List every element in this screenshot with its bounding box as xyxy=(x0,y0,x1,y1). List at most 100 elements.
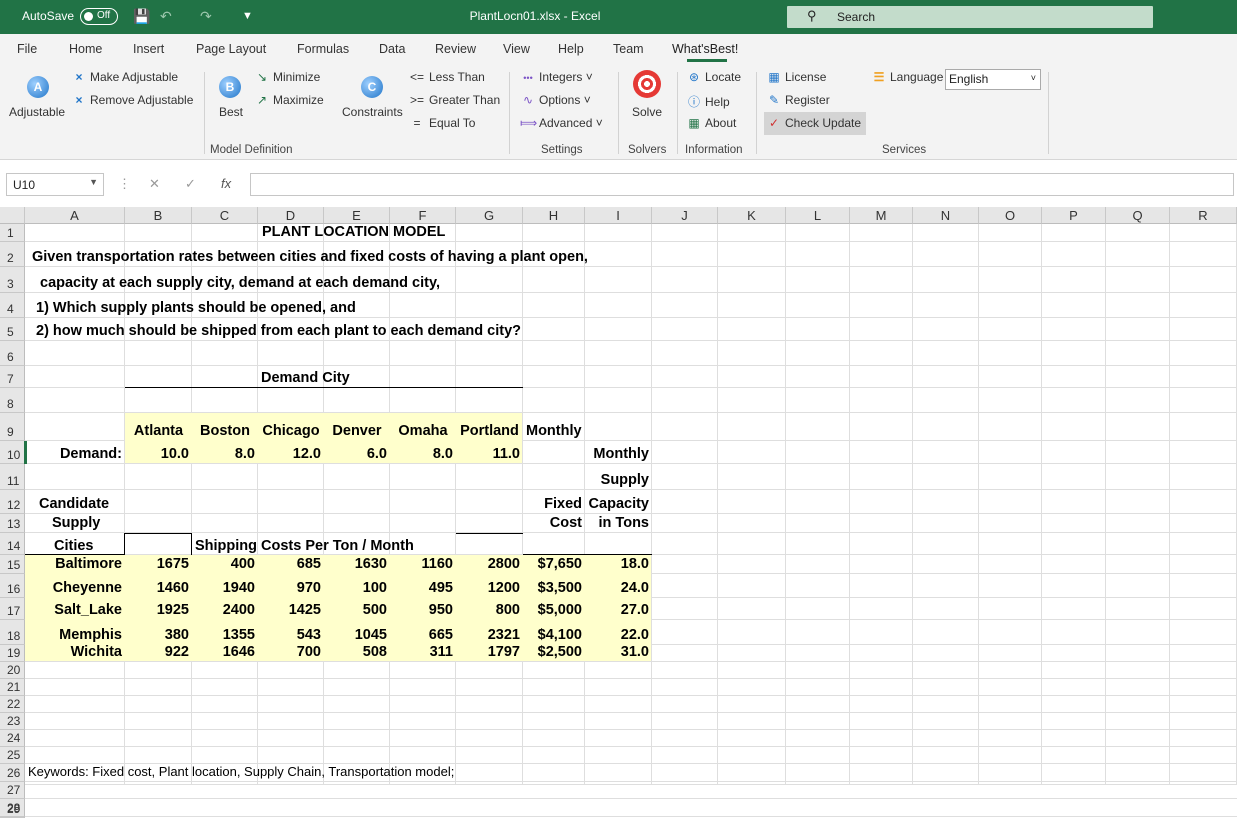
row-header-6[interactable]: 6 xyxy=(0,341,25,366)
column-header-b[interactable]: B xyxy=(125,207,192,224)
column-header-p[interactable]: P xyxy=(1042,207,1106,224)
column-header-o[interactable]: O xyxy=(979,207,1042,224)
row-header-23[interactable]: 23 xyxy=(0,713,25,730)
tab-help[interactable]: Help xyxy=(558,42,584,56)
column-header-d[interactable]: D xyxy=(258,207,324,224)
column-header-k[interactable]: K xyxy=(718,207,786,224)
shipping-cost: 950 xyxy=(428,602,453,618)
greater-than-button[interactable]: >= Greater Than xyxy=(408,93,500,107)
enter-icon[interactable]: ✓ xyxy=(185,176,196,192)
language-select[interactable]: English ˅ xyxy=(945,69,1041,90)
less-than-button[interactable]: <= Less Than xyxy=(408,70,485,84)
row-header-16[interactable]: 16 xyxy=(0,574,25,598)
column-header-q[interactable]: Q xyxy=(1106,207,1170,224)
fixed-cost: $2,500 xyxy=(537,644,582,660)
row-header-17[interactable]: 17 xyxy=(0,598,25,620)
monthly-header: Monthly xyxy=(526,423,582,439)
ribbon-tabs: File Home Insert Page Layout Formulas Da… xyxy=(0,34,1237,64)
row-header-21[interactable]: 21 xyxy=(0,679,25,696)
tab-insert[interactable]: Insert xyxy=(133,42,164,56)
row-header-22[interactable]: 22 xyxy=(0,696,25,713)
row-gridline xyxy=(25,695,1237,696)
separator xyxy=(677,72,678,154)
column-header-a[interactable]: A xyxy=(25,207,125,224)
row-header-26[interactable]: 26 xyxy=(0,764,25,782)
column-gridline xyxy=(717,224,718,785)
integers-button[interactable]: ••• Integers ˅ xyxy=(520,70,592,84)
keywords-text: Keywords: Fixed cost, Plant location, Su… xyxy=(28,764,455,779)
row-header-2[interactable]: 2 xyxy=(0,242,25,267)
tab-page-layout[interactable]: Page Layout xyxy=(196,42,266,56)
minimize-button[interactable]: ↘ Minimize xyxy=(254,70,320,84)
column-header-j[interactable]: J xyxy=(652,207,718,224)
row-header-19[interactable]: 19 xyxy=(0,645,25,662)
best-button[interactable]: Best xyxy=(219,105,243,119)
license-button[interactable]: ▦ License xyxy=(766,70,826,84)
tab-data[interactable]: Data xyxy=(379,42,405,56)
row-header-15[interactable]: 15 xyxy=(0,555,25,574)
solve-button[interactable]: Solve xyxy=(632,105,662,119)
about-button[interactable]: ▦ About xyxy=(686,116,736,130)
column-header-n[interactable]: N xyxy=(913,207,979,224)
tab-whatsbest[interactable]: What'sBest! xyxy=(672,42,738,56)
search-box[interactable]: ⚲ Search xyxy=(787,6,1153,28)
tab-team[interactable]: Team xyxy=(613,42,644,56)
equal-to-button[interactable]: = Equal To xyxy=(408,116,475,130)
tab-file[interactable]: File xyxy=(17,42,37,56)
row-header-13[interactable]: 13 xyxy=(0,514,25,533)
help-button[interactable]: ⓘ Help xyxy=(686,93,730,110)
row-header-7[interactable]: 7 xyxy=(0,366,25,388)
row-number: 8 xyxy=(7,397,14,411)
maximize-button[interactable]: ↗ Maximize xyxy=(254,93,324,107)
column-header-r[interactable]: R xyxy=(1170,207,1237,224)
row-header-11[interactable]: 11 xyxy=(0,464,25,490)
select-all-corner[interactable] xyxy=(0,207,25,224)
shipping-cost: 100 xyxy=(362,580,387,596)
row-header-9[interactable]: 9 xyxy=(0,413,25,441)
row-header-3[interactable]: 3 xyxy=(0,267,25,293)
row-header-8[interactable]: 8 xyxy=(0,388,25,413)
register-button[interactable]: ✎ Register xyxy=(766,93,830,107)
column-header-g[interactable]: G xyxy=(456,207,523,224)
row-header-10[interactable]: 10 xyxy=(0,441,25,464)
column-header-l[interactable]: L xyxy=(786,207,850,224)
name-box[interactable]: U10 ▼ xyxy=(6,173,104,196)
language-icon: ☰ xyxy=(873,70,885,84)
remove-adjustable-button[interactable]: × Remove Adjustable xyxy=(71,93,193,107)
row-number: 24 xyxy=(7,731,21,745)
column-header-f[interactable]: F xyxy=(390,207,456,224)
tab-home[interactable]: Home xyxy=(69,42,102,56)
row-header-1[interactable]: 1 xyxy=(0,224,25,242)
check-update-button[interactable]: ✓ Check Update xyxy=(766,116,861,130)
column-header-m[interactable]: M xyxy=(850,207,913,224)
advanced-button[interactable]: ⟾ Advanced ˅ xyxy=(520,116,603,130)
adjustable-button[interactable]: Adjustable xyxy=(9,105,65,119)
row-header-20[interactable]: 20 xyxy=(0,662,25,679)
options-button[interactable]: ∿ Options ˅ xyxy=(520,93,591,107)
row-header-25[interactable]: 25 xyxy=(0,747,25,764)
row-header-4[interactable]: 4 xyxy=(0,293,25,318)
column-header-i[interactable]: I xyxy=(585,207,652,224)
row-header-14[interactable]: 14 xyxy=(0,533,25,555)
column-header-e[interactable]: E xyxy=(324,207,390,224)
row-number: 5 xyxy=(7,325,14,339)
demand-label: Demand: xyxy=(59,446,122,462)
row-header-5[interactable]: 5 xyxy=(0,318,25,341)
column-header-h[interactable]: H xyxy=(523,207,585,224)
options-label: Options xyxy=(539,93,581,107)
column-header-c[interactable]: C xyxy=(192,207,258,224)
constraints-button[interactable]: Constraints xyxy=(342,105,403,119)
locate-button[interactable]: ⊛ Locate xyxy=(686,70,741,84)
row-gridline xyxy=(25,489,1237,490)
tab-review[interactable]: Review xyxy=(435,42,476,56)
row-header-24[interactable]: 24 xyxy=(0,730,25,747)
tab-view[interactable]: View xyxy=(503,42,530,56)
make-adjustable-button[interactable]: × Make Adjustable xyxy=(71,70,178,84)
row-header-18[interactable]: 18 xyxy=(0,620,25,645)
tab-formulas[interactable]: Formulas xyxy=(297,42,349,56)
fixed-label: Fixed xyxy=(544,496,582,512)
row-header-12[interactable]: 12 xyxy=(0,490,25,514)
cancel-icon[interactable]: ✕ xyxy=(149,176,160,192)
insert-function-icon[interactable]: fx xyxy=(221,176,231,191)
formula-input[interactable] xyxy=(250,173,1234,196)
